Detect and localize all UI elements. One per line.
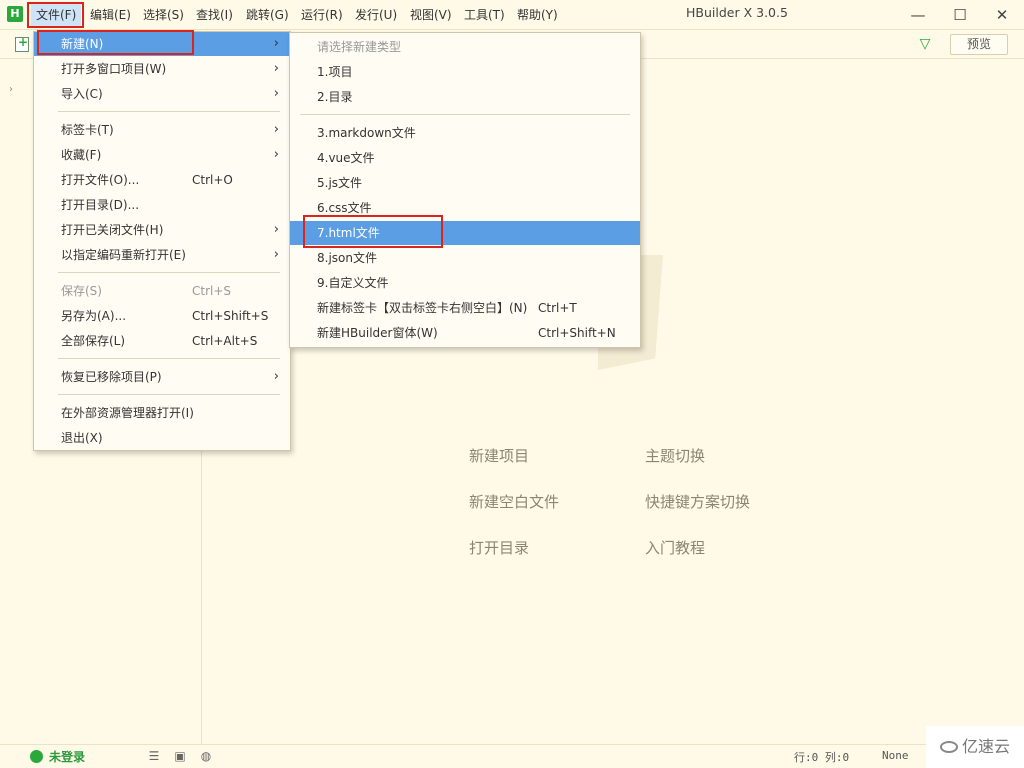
keymap-switch-link[interactable]: 快捷键方案切换 bbox=[645, 491, 750, 512]
watermark-text: 亿速云 bbox=[962, 737, 1011, 756]
new-html-item[interactable]: 7.html文件 bbox=[290, 221, 640, 245]
menu-separator bbox=[58, 358, 280, 359]
file-menu-open-multi-window[interactable]: 打开多窗口项目(W) › bbox=[34, 57, 290, 81]
preview-button[interactable]: 预览 bbox=[950, 34, 1008, 55]
file-menu-save-as[interactable]: 另存为(A)... Ctrl+Shift+S bbox=[34, 304, 290, 328]
user-icon[interactable] bbox=[30, 750, 43, 763]
menu-find[interactable]: 查找(I) bbox=[191, 3, 238, 27]
new-window-item[interactable]: 新建HBuilder窗体(W) Ctrl+Shift+N bbox=[290, 321, 640, 345]
menu-goto[interactable]: 跳转(G) bbox=[241, 3, 294, 27]
maximize-button[interactable]: ☐ bbox=[946, 3, 974, 27]
menu-tools[interactable]: 工具(T) bbox=[459, 3, 510, 27]
menu-edit[interactable]: 编辑(E) bbox=[85, 3, 136, 27]
file-menu-open-directory[interactable]: 打开目录(D)... bbox=[34, 193, 290, 217]
chevron-right-icon: › bbox=[273, 222, 279, 237]
chevron-right-icon: › bbox=[273, 36, 279, 51]
file-menu-restore-removed[interactable]: 恢复已移除项目(P) › bbox=[34, 365, 290, 389]
new-css-item[interactable]: 6.css文件 bbox=[290, 196, 640, 220]
chevron-right-icon: › bbox=[273, 86, 279, 101]
new-markdown-item[interactable]: 3.markdown文件 bbox=[290, 121, 640, 145]
new-blank-file-link[interactable]: 新建空白文件 bbox=[469, 491, 559, 512]
submenu-header: 请选择新建类型 bbox=[317, 40, 402, 54]
globe-icon[interactable]: ◍ bbox=[199, 749, 213, 763]
file-menu-save[interactable]: 保存(S) Ctrl+S bbox=[34, 279, 290, 303]
file-menu: 新建(N) › 打开多窗口项目(W) › 导入(C) › 标签卡(T) › 收藏… bbox=[33, 31, 291, 451]
menu-select[interactable]: 选择(S) bbox=[138, 3, 189, 27]
status-bar: 未登录 ☰ ▣ ◍ 行:0 列:0 None bbox=[0, 744, 1024, 768]
open-directory-link[interactable]: 打开目录 bbox=[469, 537, 529, 558]
new-tab-item[interactable]: 新建标签卡【双击标签卡右侧空白】(N) Ctrl+T bbox=[290, 296, 640, 320]
chevron-right-icon: › bbox=[273, 147, 279, 162]
new-vue-item[interactable]: 4.vue文件 bbox=[290, 146, 640, 170]
file-menu-open-in-explorer[interactable]: 在外部资源管理器打开(I) bbox=[34, 401, 290, 425]
file-menu-favorites[interactable]: 收藏(F) › bbox=[34, 143, 290, 167]
theme-switch-link[interactable]: 主题切换 bbox=[645, 445, 705, 466]
watermark: 亿速云 bbox=[926, 726, 1024, 768]
menu-separator bbox=[58, 394, 280, 395]
window-title: HBuilder X 3.0.5 bbox=[686, 5, 788, 20]
encoding-status[interactable]: None bbox=[882, 749, 909, 762]
new-custom-file-item[interactable]: 9.自定义文件 bbox=[290, 271, 640, 295]
list-icon[interactable]: ☰ bbox=[147, 749, 161, 763]
new-project-item[interactable]: 1.项目 bbox=[290, 60, 640, 84]
new-js-item[interactable]: 5.js文件 bbox=[290, 171, 640, 195]
new-submenu: 请选择新建类型 1.项目 2.目录 3.markdown文件 4.vue文件 5… bbox=[289, 32, 641, 348]
file-menu-reopen-closed[interactable]: 打开已关闭文件(H) › bbox=[34, 218, 290, 242]
file-menu-tabs[interactable]: 标签卡(T) › bbox=[34, 118, 290, 142]
menu-separator bbox=[58, 272, 280, 273]
cursor-position: 行:0 列:0 bbox=[794, 751, 850, 764]
close-button[interactable]: ✕ bbox=[988, 3, 1016, 27]
terminal-icon[interactable]: ▣ bbox=[173, 749, 187, 763]
new-json-item[interactable]: 8.json文件 bbox=[290, 246, 640, 270]
menu-file[interactable]: 文件(F) bbox=[31, 3, 82, 27]
menu-separator bbox=[58, 111, 280, 112]
new-directory-item[interactable]: 2.目录 bbox=[290, 85, 640, 109]
login-status[interactable]: 未登录 bbox=[49, 748, 85, 765]
tutorial-link[interactable]: 入门教程 bbox=[645, 537, 705, 558]
chevron-right-icon: › bbox=[273, 61, 279, 76]
new-project-link[interactable]: 新建项目 bbox=[469, 445, 529, 466]
menu-publish[interactable]: 发行(U) bbox=[350, 3, 402, 27]
title-bar: H 文件(F) 编辑(E) 选择(S) 查找(I) 跳转(G) 运行(R) 发行… bbox=[0, 0, 1024, 30]
chevron-right-icon: › bbox=[273, 247, 279, 262]
watermark-logo-icon bbox=[940, 741, 958, 753]
minimize-button[interactable]: — bbox=[904, 3, 932, 27]
chevron-right-icon: › bbox=[273, 369, 279, 384]
filter-icon[interactable]: ▽ bbox=[917, 35, 933, 53]
hbuilder-logo-icon: H bbox=[7, 6, 23, 22]
menu-help[interactable]: 帮助(Y) bbox=[512, 3, 563, 27]
file-menu-reopen-encoding[interactable]: 以指定编码重新打开(E) › bbox=[34, 243, 290, 267]
menu-view[interactable]: 视图(V) bbox=[405, 3, 457, 27]
file-menu-new[interactable]: 新建(N) › bbox=[34, 32, 290, 56]
file-menu-import[interactable]: 导入(C) › bbox=[34, 82, 290, 106]
file-menu-exit[interactable]: 退出(X) bbox=[34, 426, 290, 450]
chevron-right-icon[interactable]: › bbox=[9, 84, 13, 95]
menu-separator bbox=[300, 114, 630, 115]
chevron-right-icon: › bbox=[273, 122, 279, 137]
menu-run[interactable]: 运行(R) bbox=[296, 3, 348, 27]
file-menu-save-all[interactable]: 全部保存(L) Ctrl+Alt+S bbox=[34, 329, 290, 353]
new-file-icon[interactable] bbox=[15, 35, 29, 52]
file-menu-open-file[interactable]: 打开文件(O)... Ctrl+O bbox=[34, 168, 290, 192]
